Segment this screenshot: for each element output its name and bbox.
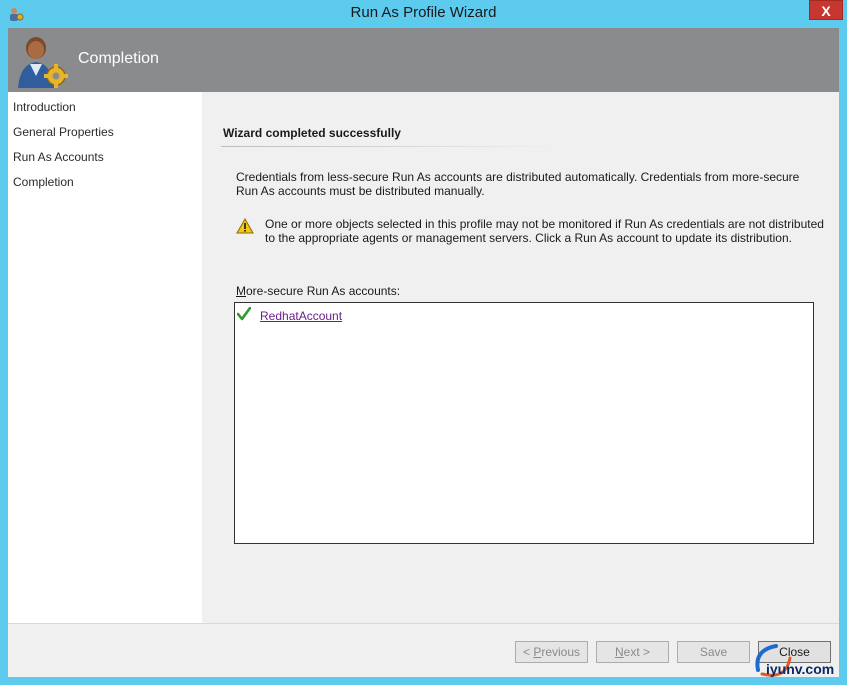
account-link[interactable]: RedhatAccount (260, 309, 342, 323)
section-divider (221, 146, 559, 147)
sidebar-item-general-properties[interactable]: General Properties (13, 125, 114, 139)
previous-button[interactable]: < Previous (515, 641, 588, 663)
section-title: Wizard completed successfully (223, 126, 401, 140)
previous-prefix: < (522, 645, 534, 659)
sidebar-item-completion[interactable]: Completion (13, 175, 74, 189)
next-button[interactable]: Next > (596, 641, 669, 663)
wizard-steps-sidebar: Introduction General Properties Run As A… (8, 92, 202, 623)
wizard-footer: < Previous Next > Save Close (8, 623, 839, 677)
next-mnemonic: N (614, 645, 624, 659)
info-text: Credentials from less-secure Run As acco… (236, 170, 800, 198)
previous-label: revious (541, 645, 581, 659)
page-title: Completion (78, 50, 159, 67)
close-window-button[interactable]: X (809, 0, 843, 20)
warning-text: One or more objects selected in this pro… (265, 217, 824, 245)
wizard-window: Run As Profile Wizard X Completion Intro… (0, 0, 847, 685)
window-title: Run As Profile Wizard (350, 4, 497, 21)
list-item[interactable]: RedhatAccount (235, 303, 813, 327)
header-banner: Completion (8, 28, 839, 92)
main-content: Wizard completed successfully Credential… (202, 92, 839, 623)
sidebar-item-introduction[interactable]: Introduction (13, 100, 76, 114)
checkmark-icon (237, 307, 251, 321)
user-gear-icon (18, 37, 68, 88)
next-label: ext > (623, 645, 651, 659)
warning-icon (236, 218, 254, 234)
accounts-list-label: More-secure Run As accounts: (236, 284, 400, 298)
list-label-text: ore-secure Run As accounts: (246, 284, 401, 298)
more-secure-accounts-list[interactable]: RedhatAccount (234, 302, 814, 544)
watermark-text: iyunv.com (766, 661, 835, 677)
save-button[interactable]: Save (677, 641, 750, 663)
title-bar[interactable]: Run As Profile Wizard X (0, 0, 847, 28)
list-label-mnemonic: M (236, 284, 246, 298)
sidebar-item-run-as-accounts[interactable]: Run As Accounts (13, 150, 104, 164)
